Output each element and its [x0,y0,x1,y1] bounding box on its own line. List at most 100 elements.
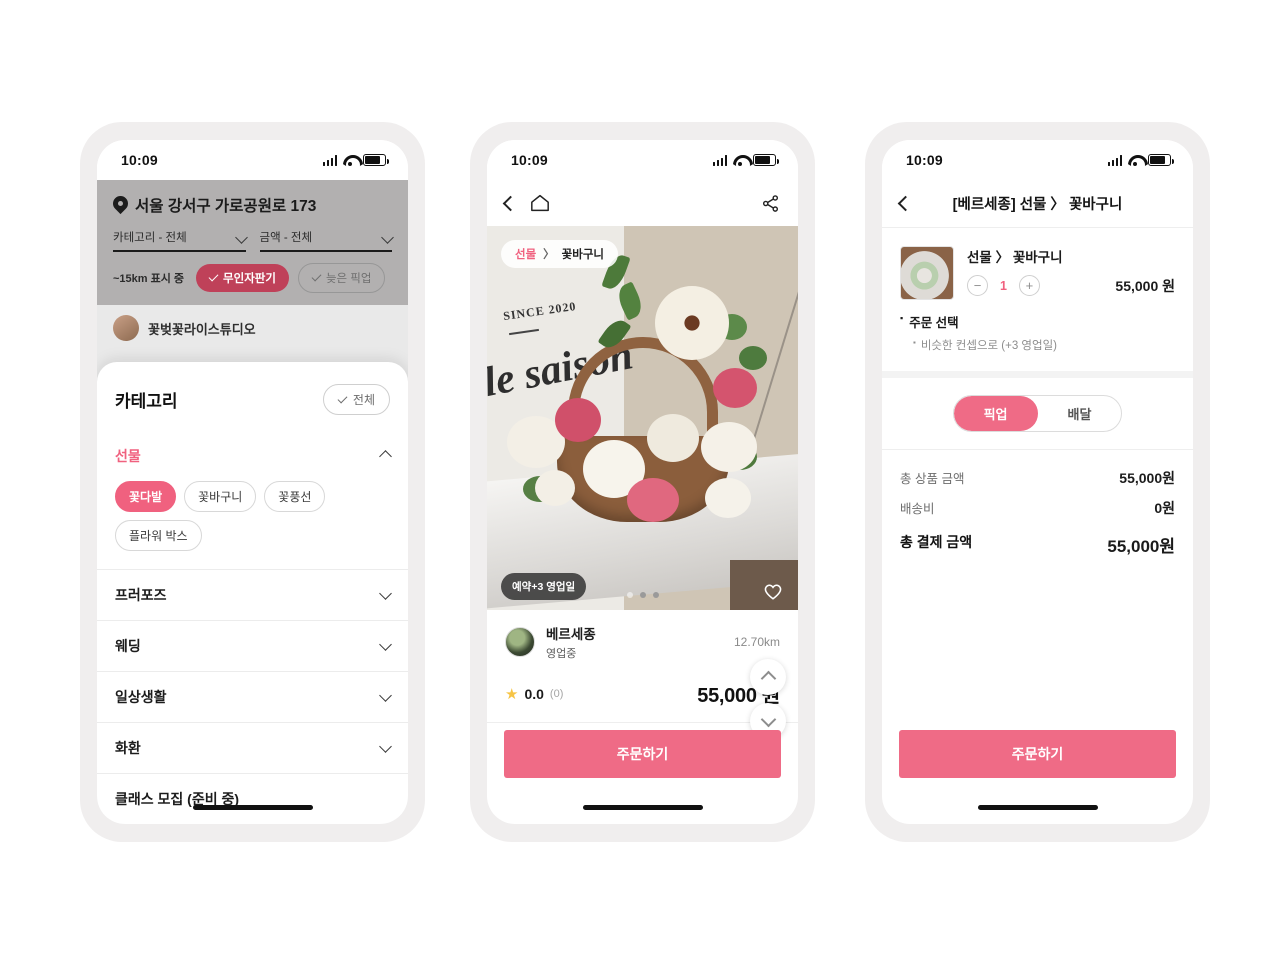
tag-flower-basket[interactable]: 꽃바구니 [184,481,257,512]
summary-goods-value: 55,000원 [1119,470,1175,486]
chevron-up-icon [760,670,776,687]
wifi-icon [733,155,747,166]
pill-late-pickup[interactable]: 늦은 픽업 [297,263,386,293]
summary-total-value: 55,000원 [1107,537,1175,556]
shop-name: 꽃벚꽃라이스튜디오 [148,321,256,337]
page-dot[interactable] [652,592,659,598]
chevron-down-icon [760,711,776,728]
breadcrumb-subcategory: 꽃바구니 [561,249,604,261]
quantity-stepper: − 1 + [967,275,1040,296]
chevron-down-icon [379,587,392,600]
category-header-daily[interactable]: 일상생활 [97,672,408,722]
category-header-wedding[interactable]: 웨딩 [97,621,408,671]
status-time: 10:09 [511,152,548,168]
sheet-header: 카테고리 전체 [97,362,408,431]
order-button[interactable]: 주문하기 [504,730,781,778]
product-navbar [487,180,798,226]
quantity-value: 1 [1000,278,1007,293]
pill-vending-label: 무인자판기 [223,273,276,285]
breadcrumb-separator: 〉 [543,249,555,261]
shop-avatar [113,315,139,341]
quantity-decrease-button[interactable]: − [967,275,988,296]
tag-flower-box[interactable]: 플라워 박스 [115,520,202,551]
checkout-cta-wrap: 주문하기 [882,730,1193,778]
category-group-wreath: 화환 [97,723,408,774]
home-indicator [582,805,703,810]
order-item-thumbnail [900,246,954,300]
status-icons [322,154,389,166]
battery-icon [753,154,779,166]
status-icons [1107,154,1174,166]
share-icon[interactable] [761,194,780,213]
map-shop-card[interactable]: 꽃벚꽃라이스튜디오 [97,305,408,341]
radius-label: ~15km 표시 중 [113,273,185,285]
check-icon [311,271,322,282]
quantity-increase-button[interactable]: + [1018,275,1040,296]
order-option-value: 비슷한 컨셉으로 (+3 영업일) [913,337,1175,353]
payment-summary: 총 상품 금액 55,000원 배송비 0원 총 결제 금액 55,000원 [882,450,1193,557]
segment-delivery[interactable]: 배달 [1038,396,1122,431]
order-qty-row: − 1 + 55,000 원 [967,275,1175,296]
category-header-wreath[interactable]: 화환 [97,723,408,773]
order-button[interactable]: 주문하기 [899,730,1176,778]
location-row[interactable]: 서울 강서구 가로공원로 173 [113,194,392,216]
rating-count: (0) [549,687,564,700]
status-time: 10:09 [121,152,158,168]
select-category[interactable]: 카테고리 - 전체 [113,229,248,252]
page-dot-active[interactable] [639,592,646,598]
tag-flower-balloon[interactable]: 꽃풍선 [264,481,326,512]
phone1-screen: 10:09 서울 강서구 가로공원로 173 카테고리 - 전체 금액 - 전체… [97,140,408,824]
store-avatar [505,627,535,657]
chip-select-all[interactable]: 전체 [322,384,390,415]
phone3-screen: 10:09 [베르세종] 선물 〉 꽃바구니 선물 〉 꽃바구니 − 1 + 5… [882,140,1193,824]
gallery-breadcrumb[interactable]: 선물 〉 꽃바구니 [501,240,618,268]
sheet-title: 카테고리 [115,392,178,411]
reservation-badge: 예약+3 영업일 [501,573,587,600]
tag-bouquet[interactable]: 꽃다발 [115,481,177,512]
summary-shipping-label: 배송비 [900,502,935,516]
category-group-daily: 일상생활 [97,672,408,723]
navbar-left [502,194,550,212]
select-price[interactable]: 금액 - 전체 [259,229,394,252]
battery-icon [363,154,389,166]
checkout-navbar: [베르세종] 선물 〉 꽃바구니 [882,180,1193,228]
summary-row-shipping: 배송비 0원 [900,498,1175,518]
store-status: 영업중 [546,648,577,660]
screenshot-canvas: 10:09 서울 강서구 가로공원로 173 카테고리 - 전체 금액 - 전체… [0,0,1286,964]
store-name: 베르세종 [546,627,596,642]
category-group-class: 클래스 모집 (준비 중) [97,774,408,824]
status-bar: 10:09 [97,140,408,180]
chevron-down-icon [379,638,392,651]
summary-row-goods: 총 상품 금액 55,000원 [900,468,1175,488]
order-item-price: 55,000 원 [1115,277,1175,294]
home-indicator [977,805,1098,810]
pill-late-pickup-label: 늦은 픽업 [325,273,372,285]
rating-value: 0.0 [524,685,544,702]
gallery-page-dots[interactable] [626,592,659,598]
product-gallery[interactable]: SINCE 2020 elle saison 선물 〉 꽃바구니 예약+3 영업… [487,226,798,610]
back-icon[interactable] [897,195,914,212]
section-divider [882,371,1193,378]
favorite-heart-icon[interactable] [762,580,784,602]
page-dot[interactable] [626,592,633,598]
store-info: 베르세종 영업중 [505,623,596,661]
checkout-title: [베르세종] 선물 〉 꽃바구니 [952,197,1123,213]
pill-vending-machine[interactable]: 무인자판기 [196,264,289,292]
category-filter-sheet: 카테고리 전체 선물 꽃다발 꽃바구니 꽃풍선 플라워 박스 프러포즈 웨딩 일… [97,362,408,824]
chevron-down-icon [234,231,248,244]
breadcrumb-category: 선물 [515,249,537,261]
category-header-gift[interactable]: 선물 [97,431,408,481]
segment-pickup[interactable]: 픽업 [953,396,1038,431]
scroll-up-button[interactable] [750,659,786,695]
category-header-proposal[interactable]: 프러포즈 [97,570,408,620]
fulfillment-segmented-control: 픽업 배달 [952,395,1123,432]
category-header-class[interactable]: 클래스 모집 (준비 중) [97,774,408,824]
chevron-down-icon [381,231,394,244]
check-icon [208,271,219,282]
back-icon[interactable] [502,195,519,211]
home-icon[interactable] [530,194,550,212]
store-row[interactable]: 베르세종 영업중 12.70km [487,610,798,673]
battery-icon [1148,154,1174,166]
phone2-screen: 10:09 SINCE 2020 elle saison 선물 〉 꽃바구니 예… [487,140,798,824]
category-name: 프러포즈 [115,587,167,603]
